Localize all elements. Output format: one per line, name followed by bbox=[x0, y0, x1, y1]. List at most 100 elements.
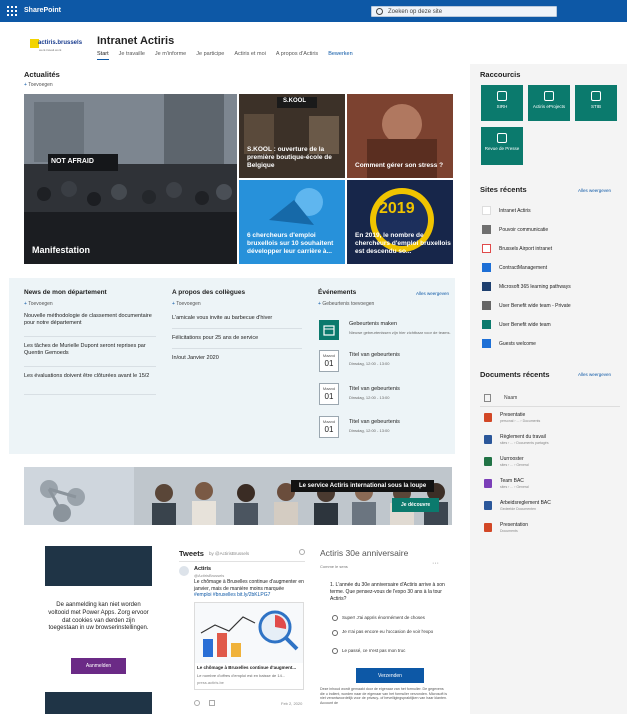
event-title[interactable]: Titel van gebeurtenis bbox=[349, 386, 400, 392]
site-row[interactable]: Brussels Airport intranet bbox=[482, 244, 552, 253]
site-row[interactable]: Pouvoir communicatie bbox=[482, 225, 548, 234]
site-row[interactable]: Guests welcome bbox=[482, 339, 536, 348]
site-row[interactable]: User Benefit wide team bbox=[482, 320, 551, 329]
site-row[interactable]: ContractManagement bbox=[482, 263, 547, 272]
poll-option[interactable]: Je n'ai pas encore eu l'occasion de voir… bbox=[342, 629, 438, 635]
poll-option[interactable]: Le passé, ce n'est pas mon truc bbox=[342, 648, 446, 653]
event-date: Maand 01 bbox=[319, 416, 339, 438]
news-card-skool[interactable]: S.KOOL S.KOOL : ouverture de la première… bbox=[239, 94, 345, 178]
search-input[interactable]: Zoeken op deze site bbox=[371, 6, 557, 17]
news-title: Actualités bbox=[24, 70, 60, 79]
colleagues-item[interactable]: In/out Janvier 2020 bbox=[172, 355, 302, 362]
recent-sites-title: Sites récents bbox=[480, 185, 527, 194]
news-sign: NOT AFRAID bbox=[51, 158, 94, 165]
tile-eprojects[interactable]: Actiris eProjects bbox=[528, 85, 570, 121]
avatar[interactable] bbox=[179, 566, 189, 576]
tweets-title: Tweets bbox=[179, 549, 204, 558]
news-add[interactable]: + Toevoegen bbox=[24, 82, 53, 88]
doc-row[interactable]: Arbeidsreglement BAC Gedeelde Documenten bbox=[484, 500, 551, 511]
radio-option[interactable] bbox=[332, 648, 338, 654]
powerpoint-icon bbox=[484, 523, 492, 532]
colleagues-add[interactable]: + Toevoegen bbox=[172, 301, 201, 307]
event-title[interactable]: Titel van gebeurtenis bbox=[349, 419, 400, 425]
dept-add[interactable]: + Toevoegen bbox=[24, 301, 53, 307]
news-card-career-caption: 6 chercheurs d'emploi bruxellois sur 10 … bbox=[247, 231, 334, 255]
nav-edit-link[interactable]: Bewerken bbox=[328, 51, 352, 60]
dept-item[interactable]: Les évaluations doivent être clôturées a… bbox=[24, 373, 156, 380]
news-card-2019[interactable]: 2019 En 2019, le nombre de chercheurs d'… bbox=[347, 180, 453, 264]
site-row[interactable]: Microsoft 365 learning pathways bbox=[482, 282, 571, 291]
doc-row[interactable]: Uurrooster sites › ... › General bbox=[484, 456, 529, 467]
nav-je-minforme[interactable]: Je m'informe bbox=[155, 51, 186, 60]
banner-discover-button[interactable]: Je découvre bbox=[392, 498, 440, 512]
onenote-icon bbox=[484, 479, 492, 488]
event-time: Dinsdag, 12:00 - 13:00 bbox=[349, 395, 390, 400]
site-logo-icon bbox=[482, 282, 491, 291]
powerapps-signin-button[interactable]: Aanmelden bbox=[71, 658, 126, 674]
nav-start[interactable]: Start bbox=[97, 51, 109, 60]
year-badge: 2019 bbox=[379, 200, 415, 217]
nav-je-participe[interactable]: Je participe bbox=[196, 51, 224, 60]
tweet-account[interactable]: Actiris bbox=[194, 566, 211, 572]
event-title[interactable]: Titel van gebeurtenis bbox=[349, 352, 400, 358]
radio-option[interactable] bbox=[332, 630, 338, 636]
doc-row[interactable]: Règlement du travail sites › ... › Docume… bbox=[484, 434, 549, 445]
site-title[interactable]: Intranet Actiris bbox=[97, 35, 174, 47]
colleagues-item[interactable]: Félicitations pour 25 ans de service bbox=[172, 335, 302, 342]
file-type-icon bbox=[484, 394, 491, 402]
event-date: Maand 01 bbox=[319, 350, 339, 372]
doc-row[interactable]: Team BAC sites › ... › General bbox=[484, 478, 529, 489]
radio-option[interactable] bbox=[332, 615, 338, 621]
share-icon[interactable] bbox=[209, 700, 215, 706]
docs-column-name[interactable]: Naam bbox=[504, 395, 517, 401]
colleagues-item[interactable]: L'amicale vous invite au barbecue d'hive… bbox=[172, 315, 302, 322]
site-logo-icon bbox=[482, 320, 491, 329]
logo-text: actiris.brussels bbox=[38, 40, 83, 46]
word-icon bbox=[484, 435, 492, 444]
poll-option[interactable]: Super! J'ai appris énormément de choses bbox=[342, 615, 446, 620]
site-row[interactable]: User Benefit wide team - Private bbox=[482, 301, 571, 310]
tweet-hashtags[interactable]: #emploi #bruxelles bit.ly/2bKLPG7 bbox=[194, 592, 306, 598]
tweets-by[interactable]: by @ActirisBrussels bbox=[209, 551, 249, 556]
news-card-stress[interactable]: Comment gérer son stress ? bbox=[347, 94, 453, 178]
tile-stib[interactable]: STIB bbox=[575, 85, 617, 121]
newspaper-icon bbox=[497, 133, 507, 143]
dept-item[interactable]: Nouvelle méthodologie de classement docu… bbox=[24, 313, 156, 328]
twitter-webpart: Tweets by @ActirisBrussels Actiris @Acti… bbox=[176, 546, 308, 714]
events-add[interactable]: + Gebeurtenis toevoegen bbox=[318, 301, 374, 307]
poll-submit-button[interactable]: Verzenden bbox=[356, 668, 424, 683]
tile-sirh[interactable]: SIRH bbox=[481, 85, 523, 121]
colleagues-title: A propos des collègues bbox=[172, 289, 246, 296]
nav-a-propos[interactable]: A propos d'Actiris bbox=[276, 51, 318, 60]
site-row[interactable]: Intranet Actiris bbox=[482, 206, 531, 215]
events-title: Événements bbox=[318, 289, 357, 296]
nav-je-travaille[interactable]: Je travaille bbox=[119, 51, 145, 60]
heart-icon[interactable] bbox=[194, 700, 200, 706]
nav-actiris-et-moi[interactable]: Actiris et moi bbox=[234, 51, 265, 60]
doc-row[interactable]: Presentatie personal › ... › Documents bbox=[484, 412, 540, 423]
site-logo[interactable]: actiris.brussels werk.travail.work bbox=[30, 36, 86, 56]
news-card-stress-caption: Comment gérer son stress ? bbox=[355, 161, 444, 169]
dept-item[interactable]: Les tâches de Murielle Dupont seront rep… bbox=[24, 343, 156, 358]
tweet-card-domain: press.actiris.be bbox=[197, 680, 224, 685]
sharepoint-brand[interactable]: SharePoint bbox=[24, 7, 61, 14]
recent-sites-see-all[interactable]: Alles weergeven bbox=[578, 188, 611, 193]
recent-docs-see-all[interactable]: Alles weergeven bbox=[578, 372, 611, 377]
site-logo-icon bbox=[482, 244, 491, 253]
app-launcher-icon[interactable] bbox=[7, 6, 17, 16]
tweet-handle[interactable]: @ActirisBrussels bbox=[194, 573, 224, 578]
forms-webpart: Actiris 30e anniversaire ··· Comme le se… bbox=[320, 546, 448, 714]
make-event-title[interactable]: Gebeurtenis maken bbox=[349, 321, 397, 327]
calendar-icon[interactable] bbox=[319, 320, 339, 340]
international-banner[interactable] bbox=[24, 467, 452, 525]
tweet-card[interactable]: Le chômage à Bruxelles continue d'augmen… bbox=[194, 602, 304, 690]
info-icon[interactable] bbox=[299, 549, 305, 555]
doc-row[interactable]: Presentation Documents bbox=[484, 522, 528, 533]
more-options-icon[interactable]: ··· bbox=[432, 560, 439, 567]
tile-revue-de-presse[interactable]: Revue de Presse bbox=[481, 127, 523, 165]
news-card-career[interactable]: 6 chercheurs d'emploi bruxellois sur 10 … bbox=[239, 180, 345, 264]
word-icon bbox=[484, 501, 492, 510]
events-see-all[interactable]: Alles weergeven bbox=[416, 291, 449, 296]
news-hero[interactable]: NOT AFRAID Manifestation bbox=[24, 94, 237, 264]
news-hero-caption: Manifestation bbox=[32, 244, 91, 255]
